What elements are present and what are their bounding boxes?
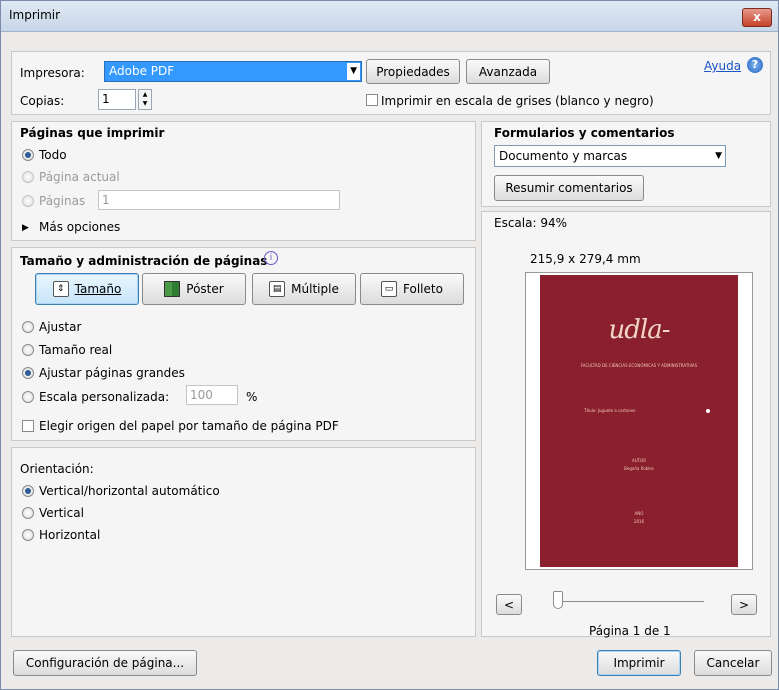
print-dialog: Imprimir x Impresora: Adobe PDF ▼ Propie… xyxy=(0,0,779,690)
page-indicator: Página 1 de 1 xyxy=(589,624,671,638)
next-page-button[interactable]: > xyxy=(731,594,757,615)
page-setup-button[interactable]: Configuración de página... xyxy=(13,650,197,676)
window-title: Imprimir xyxy=(9,8,61,22)
close-button[interactable]: x xyxy=(742,8,772,27)
paper-source-label: Elegir origen del papel por tamaño de pá… xyxy=(39,419,339,433)
shrink-label: Ajustar páginas grandes xyxy=(39,366,185,380)
cover-faculty: FACULTAD DE CIENCIAS ECONÓMICAS Y ADMINI… xyxy=(580,363,698,368)
chevron-down-icon: ▼ xyxy=(715,151,722,161)
shrink-radio[interactable] xyxy=(22,367,34,379)
custom-scale-label: Escala personalizada: xyxy=(39,390,170,404)
sizing-panel: Tamaño y administración de páginas i ⇕ Ta… xyxy=(11,247,476,441)
multiple-button[interactable]: ▤ Múltiple xyxy=(252,273,356,305)
properties-button[interactable]: Propiedades xyxy=(366,59,460,84)
copies-stepper[interactable]: ▲ ▼ xyxy=(138,89,152,110)
document-cover: udla- FACULTAD DE CIENCIAS ECONÓMICAS Y … xyxy=(540,275,738,567)
copies-label: Copias: xyxy=(20,94,65,108)
landscape-radio[interactable] xyxy=(22,529,34,541)
forms-header: Formularios y comentarios xyxy=(494,126,675,140)
more-options-toggle[interactable]: Más opciones xyxy=(39,220,120,234)
printer-select[interactable]: Adobe PDF ▼ xyxy=(104,61,362,82)
cancel-button[interactable]: Cancelar xyxy=(694,650,772,676)
custom-scale-input[interactable]: 100 xyxy=(186,385,238,405)
page-dimensions: 215,9 x 279,4 mm xyxy=(530,252,641,266)
all-pages-label: Todo xyxy=(39,148,67,162)
page-slider-track[interactable] xyxy=(558,601,704,602)
portrait-radio[interactable] xyxy=(22,507,34,519)
auto-orientation-radio[interactable] xyxy=(22,485,34,497)
page-range-input[interactable]: 1 xyxy=(98,190,340,210)
forms-panel: Formularios y comentarios Documento y ma… xyxy=(481,121,771,207)
current-page-label: Página actual xyxy=(39,170,120,184)
chevron-down-icon: ▼ xyxy=(347,63,360,80)
grayscale-checkbox[interactable] xyxy=(366,94,378,106)
prev-page-button[interactable]: < xyxy=(496,594,522,615)
cover-logo: udla- xyxy=(608,315,671,345)
printer-label: Impresora: xyxy=(20,66,85,80)
page-range-radio[interactable] xyxy=(22,195,34,207)
fit-label: Ajustar xyxy=(39,320,82,334)
actual-size-radio[interactable] xyxy=(22,344,34,356)
printer-panel: Impresora: Adobe PDF ▼ Propiedades Avanz… xyxy=(11,51,771,115)
page-slider-thumb[interactable] xyxy=(553,591,563,609)
landscape-label: Horizontal xyxy=(39,528,101,542)
info-icon[interactable]: i xyxy=(264,251,278,265)
cover-year: 2016 xyxy=(633,519,645,524)
paper-source-checkbox[interactable] xyxy=(22,420,34,432)
help-icon[interactable]: ? xyxy=(747,57,763,73)
title-bar: Imprimir x xyxy=(1,1,778,32)
forms-select[interactable]: Documento y marcas ▼ xyxy=(494,145,726,167)
print-button[interactable]: Imprimir xyxy=(597,650,681,676)
sizing-header: Tamaño y administración de páginas xyxy=(20,254,268,268)
triangle-right-icon[interactable]: ▶ xyxy=(22,223,29,233)
cover-author: Begoña Robles xyxy=(624,466,654,471)
grayscale-label: Imprimir en escala de grises (blanco y n… xyxy=(381,94,654,108)
copies-input[interactable]: 1 xyxy=(98,89,136,110)
scale-label: Escala: 94% xyxy=(494,216,568,230)
summarize-comments-button[interactable]: Resumir comentarios xyxy=(494,175,644,201)
booklet-icon: ▭ xyxy=(381,281,398,297)
portrait-label: Vertical xyxy=(39,506,84,520)
all-pages-radio[interactable] xyxy=(22,149,34,161)
cover-year-label: AÑO xyxy=(634,511,644,516)
help-link[interactable]: Ayuda xyxy=(704,59,741,73)
orientation-panel: Orientación: Vertical/horizontal automát… xyxy=(11,447,476,637)
booklet-button[interactable]: ▭ Folleto xyxy=(360,273,464,305)
size-button[interactable]: ⇕ Tamaño xyxy=(35,273,139,305)
cover-title: Título: Juguete a cartones xyxy=(584,408,636,413)
page-range-label: Páginas xyxy=(39,194,86,208)
chevron-left-icon: < xyxy=(503,597,515,612)
poster-icon xyxy=(164,281,181,297)
page-preview: udla- FACULTAD DE CIENCIAS ECONÓMICAS Y … xyxy=(525,272,753,570)
pages-header: Páginas que imprimir xyxy=(20,126,165,140)
advanced-button[interactable]: Avanzada xyxy=(466,59,550,84)
cursor-dot xyxy=(706,409,710,413)
fit-radio[interactable] xyxy=(22,321,34,333)
current-page-radio[interactable] xyxy=(22,171,34,183)
size-icon: ⇕ xyxy=(52,281,69,297)
orientation-header: Orientación: xyxy=(20,462,94,476)
actual-size-label: Tamaño real xyxy=(39,343,113,357)
poster-button[interactable]: Póster xyxy=(142,273,246,305)
percent-sign: % xyxy=(246,390,258,404)
cover-author-label: AUTOR xyxy=(631,458,647,463)
close-icon: x xyxy=(753,10,761,24)
custom-scale-radio[interactable] xyxy=(22,391,34,403)
multiple-pages-icon: ▤ xyxy=(269,281,286,297)
pages-panel: Páginas que imprimir Todo Página actual … xyxy=(11,121,476,241)
chevron-right-icon: > xyxy=(738,597,750,612)
auto-orientation-label: Vertical/horizontal automático xyxy=(39,484,220,498)
